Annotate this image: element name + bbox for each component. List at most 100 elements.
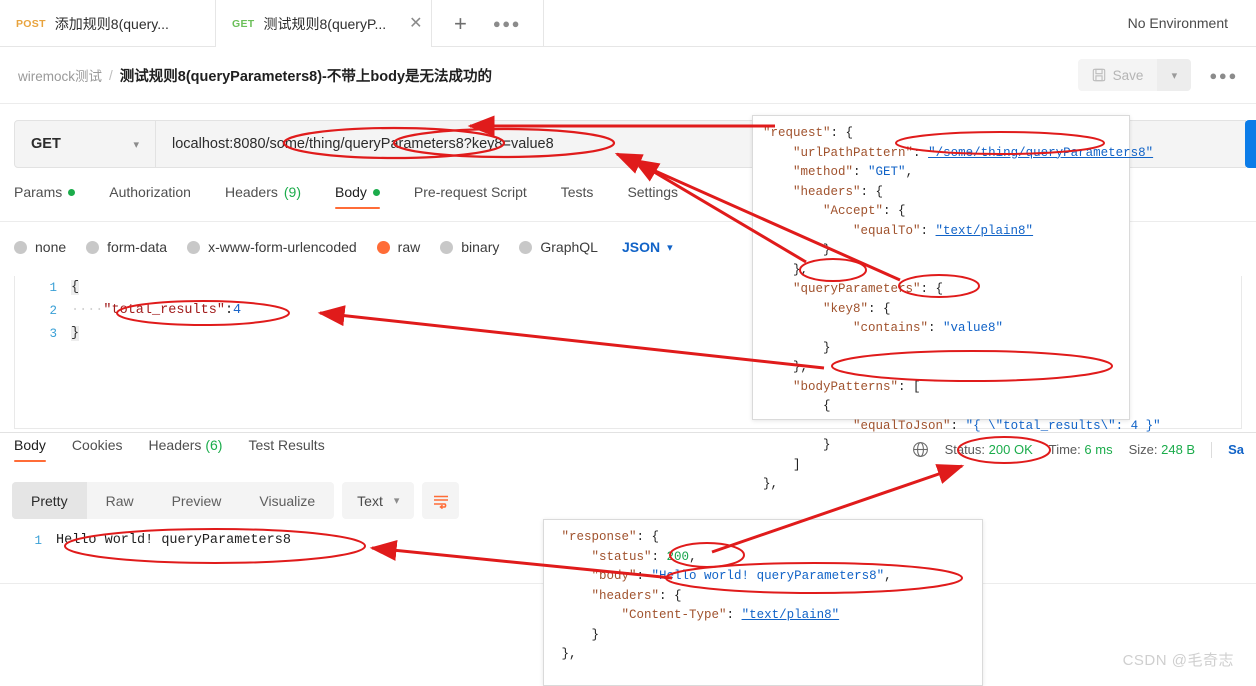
- response-tab-headers[interactable]: Headers (6): [149, 437, 223, 462]
- tab-label: Settings: [627, 184, 679, 200]
- word-wrap-button[interactable]: [422, 482, 460, 519]
- chevron-down-icon: ▾: [667, 241, 673, 254]
- indent-guide: ····: [71, 303, 104, 318]
- tab-label: Cookies: [71, 437, 123, 453]
- close-icon[interactable]: ✕: [409, 15, 422, 32]
- tab-headers[interactable]: Headers (9): [225, 184, 301, 209]
- segment-label: Pretty: [31, 492, 68, 509]
- status-label: Status:: [944, 442, 986, 457]
- chevron-down-icon: ▾: [393, 495, 400, 507]
- body-type-form-data[interactable]: form-data: [86, 239, 167, 255]
- tab-method-post: POST: [16, 17, 46, 30]
- response-view-raw[interactable]: Raw: [87, 482, 153, 519]
- response-view-preview[interactable]: Preview: [153, 482, 241, 519]
- more-horizontal-icon[interactable]: ●●●: [493, 16, 521, 31]
- radio-selected-icon: [376, 240, 390, 254]
- save-button[interactable]: Save: [1077, 59, 1158, 91]
- tab-label: Authorization: [109, 184, 191, 200]
- time-label-group: Time: 6 ms: [1049, 442, 1113, 457]
- body-type-binary[interactable]: binary: [440, 239, 499, 255]
- tab-method-get: GET: [232, 17, 255, 30]
- segment-label: Visualize: [259, 492, 316, 509]
- save-response-button[interactable]: Sa: [1228, 442, 1244, 457]
- body-type-graphql[interactable]: GraphQL: [519, 239, 598, 255]
- wiremock-response-stub-overlay: "response": { "status": 200, "body": "He…: [543, 519, 983, 686]
- request-tab-2[interactable]: GET 测试规则8(queryP... ✕: [216, 0, 432, 47]
- tab-label: Headers: [148, 437, 202, 453]
- meta-divider: [1211, 441, 1213, 458]
- body-type-raw[interactable]: raw: [376, 239, 421, 255]
- response-view-segmented: Pretty Raw Preview Visualize: [12, 482, 335, 519]
- wiremock-request-stub-overlay: "request": { "urlPathPattern": "/some/th…: [752, 115, 1161, 491]
- tab-tests[interactable]: Tests: [561, 184, 594, 209]
- breadcrumb-collection[interactable]: wiremock测试: [18, 65, 102, 85]
- response-view-controls: Pretty Raw Preview Visualize Text ▾: [12, 482, 460, 519]
- time-label: Time:: [1048, 442, 1081, 457]
- response-body-text: Hello world! queryParameters8: [56, 533, 291, 548]
- floppy-disk-icon: [1092, 68, 1105, 82]
- status-badge: 200 OK: [988, 442, 1033, 457]
- breadcrumb-separator: /: [109, 67, 113, 83]
- radio-icon: [440, 240, 454, 254]
- segment-label: Preview: [171, 492, 222, 509]
- tab-label: Pre-request Script: [413, 184, 527, 200]
- more-horizontal-icon[interactable]: ●●●: [1209, 68, 1238, 83]
- tab-settings[interactable]: Settings: [627, 184, 678, 209]
- response-meta: Status: 200 OK Time: 6 ms Size: 248 B Sa: [912, 441, 1244, 458]
- size-value: 248 B: [1161, 442, 1196, 457]
- http-method-value: GET: [31, 136, 61, 152]
- environment-selector[interactable]: No Environment: [544, 0, 1256, 46]
- tab-label: 测试规则8(queryP...: [263, 15, 387, 32]
- save-options-caret[interactable]: ▾: [1157, 59, 1192, 91]
- chevron-down-icon: ▾: [133, 138, 139, 151]
- send-button[interactable]: [1245, 120, 1256, 168]
- response-type-select[interactable]: Text ▾: [342, 482, 415, 519]
- globe-icon[interactable]: [912, 441, 929, 458]
- modified-dot-icon: [68, 188, 76, 196]
- tab-body[interactable]: Body: [335, 184, 380, 209]
- body-type-label: form-data: [107, 239, 168, 255]
- segment-label: Raw: [105, 492, 134, 509]
- response-view-pretty[interactable]: Pretty: [12, 482, 87, 519]
- request-tab-1[interactable]: POST 添加规则8(query...: [0, 0, 216, 47]
- size-label: Size:: [1128, 442, 1158, 457]
- breadcrumb-row: wiremock测试 / 测试规则8(queryParameters8)-不带上…: [0, 47, 1256, 104]
- body-type-label: GraphQL: [540, 239, 598, 255]
- tab-params[interactable]: Params: [14, 184, 76, 209]
- body-type-label: x-www-form-urlencoded: [208, 239, 357, 255]
- response-view-visualize[interactable]: Visualize: [240, 482, 334, 519]
- code-token-number: 4: [233, 303, 242, 318]
- response-type-value: Text: [357, 492, 383, 509]
- line-number: 3: [49, 326, 57, 341]
- tab-label: Body: [14, 437, 46, 453]
- watermark: CSDN @毛奇志: [1122, 652, 1234, 669]
- response-headers-count: (6): [205, 437, 223, 453]
- radio-icon: [187, 240, 201, 254]
- environment-label: No Environment: [1127, 15, 1228, 31]
- radio-icon: [519, 240, 533, 254]
- tab-pre-request-script[interactable]: Pre-request Script: [414, 184, 527, 209]
- radio-icon: [14, 240, 27, 254]
- response-tabs: Body Cookies Headers (6) Test Results: [14, 437, 325, 462]
- plus-icon[interactable]: +: [454, 12, 467, 35]
- body-type-urlencoded[interactable]: x-www-form-urlencoded: [187, 239, 357, 255]
- response-tab-body[interactable]: Body: [14, 437, 46, 462]
- status-label-group: Status: 200 OK: [945, 442, 1033, 457]
- tab-authorization[interactable]: Authorization: [109, 184, 191, 209]
- line-number: 2: [49, 303, 57, 318]
- tab-label: Test Results: [248, 437, 325, 453]
- headers-count: (9): [283, 184, 301, 200]
- body-type-label: raw: [397, 239, 421, 255]
- http-method-select[interactable]: GET ▾: [14, 120, 156, 168]
- response-tab-cookies[interactable]: Cookies: [72, 437, 123, 462]
- body-format-select[interactable]: JSON ▾: [622, 239, 673, 255]
- body-type-label: none: [35, 239, 67, 255]
- tab-label: Headers: [224, 184, 278, 200]
- word-wrap-icon: [433, 495, 448, 509]
- tab-bar: POST 添加规则8(query... GET 测试规则8(queryP... …: [0, 0, 1256, 47]
- body-type-none[interactable]: none: [14, 239, 66, 255]
- body-type-label: binary: [461, 239, 500, 255]
- response-tab-test-results[interactable]: Test Results: [248, 437, 324, 462]
- tab-label: Body: [335, 184, 367, 200]
- code-token-key: "total_results": [103, 303, 225, 318]
